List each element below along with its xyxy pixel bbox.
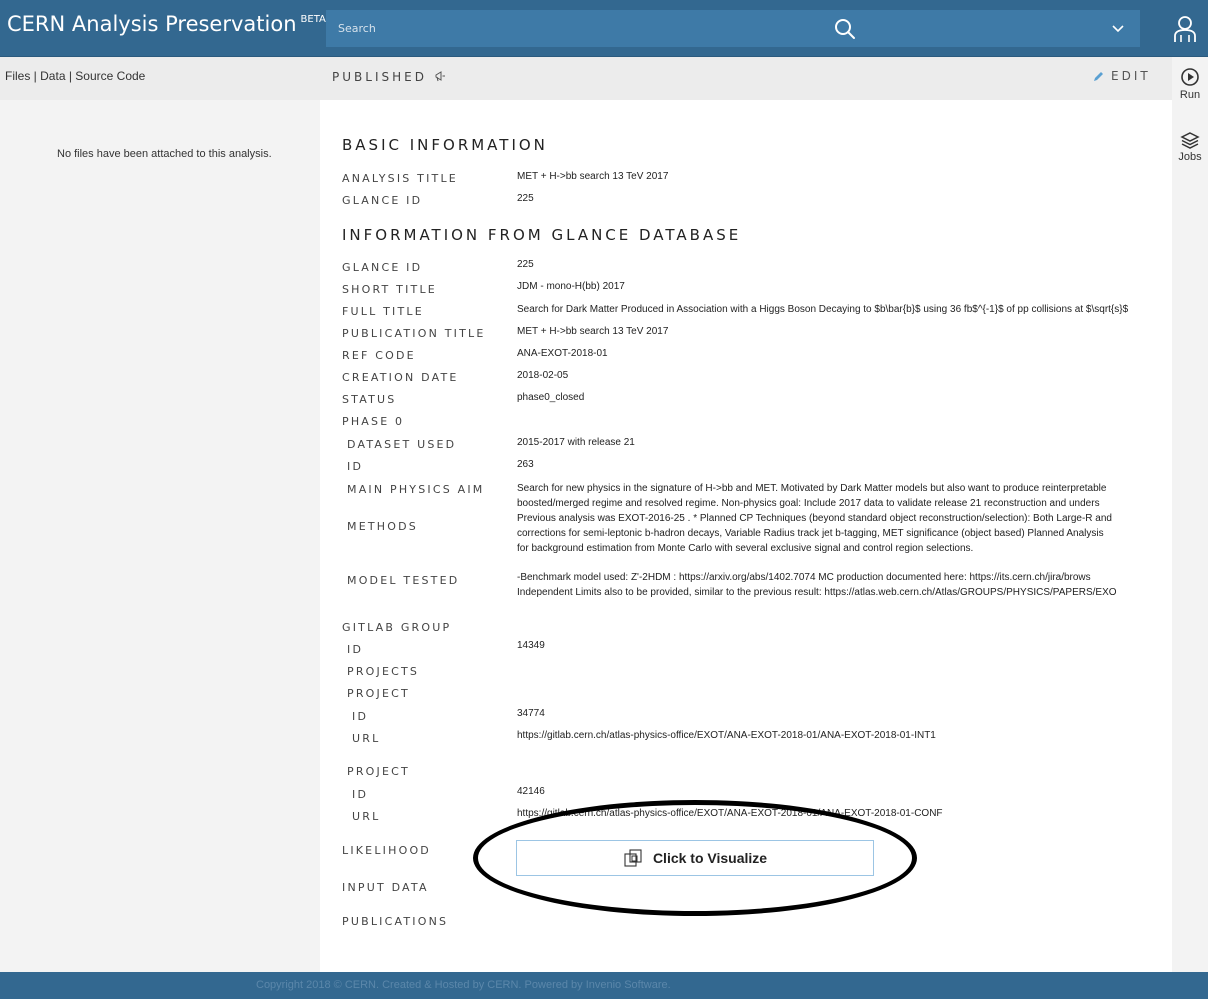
megaphone-icon [435, 71, 445, 82]
status-label: PUBLISHED [332, 70, 427, 84]
status-label: STATUS [342, 393, 397, 406]
pencil-icon [1094, 71, 1103, 81]
edit-button[interactable]: EDIT [1092, 69, 1151, 83]
no-files-message: No files have been attached to this anal… [57, 148, 272, 160]
glance-id-value: 225 [517, 193, 534, 204]
analysis-title-label: ANALYSIS TITLE [342, 172, 458, 185]
methods-label: METHODS [347, 520, 418, 533]
full-title-label: FULL TITLE [342, 305, 424, 318]
model-tested-value: -Benchmark model used: Z'-2HDM : https:/… [517, 570, 1117, 600]
publication-title-value: MET + H->bb search 13 TeV 2017 [517, 326, 669, 337]
sub-toolbar: Files | Data | Source Code PUBLISHED EDI… [0, 57, 1208, 100]
ref-code-value: ANA-EXOT-2018-01 [517, 348, 608, 359]
input-data-label: INPUT DATA [342, 881, 429, 894]
project-url-label: URL [352, 732, 381, 745]
full-title-value: Search for Dark Matter Produced in Assoc… [517, 304, 1129, 315]
footer: Copyright 2018 © CERN. Created & Hosted … [0, 972, 1208, 999]
play-circle-icon [1181, 68, 1199, 86]
main-physics-aim-label: MAIN PHYSICS AIM [347, 483, 485, 496]
analysis-content: BASIC INFORMATION ANALYSIS TITLE MET + H… [320, 100, 1172, 972]
tab-source-code[interactable]: Source Code [75, 69, 145, 83]
visualize-icon [624, 849, 642, 867]
model-tested-line: Independent Limits also to be provided, … [517, 587, 1117, 598]
edit-label: EDIT [1111, 69, 1151, 83]
jobs-label: Jobs [1178, 151, 1202, 163]
creation-date-label: CREATION DATE [342, 371, 459, 384]
user-icon[interactable] [1172, 14, 1198, 44]
footer-copyright: Copyright 2018 © CERN. Created & Hosted … [256, 979, 671, 991]
project-url-label: URL [352, 810, 381, 823]
creation-date-value: 2018-02-05 [517, 370, 569, 381]
right-rail: Run Jobs [1172, 57, 1208, 972]
methods-line: Search for new physics in the signature … [517, 483, 1107, 494]
chevron-down-icon[interactable] [1110, 22, 1126, 36]
likelihood-label: LIKELIHOOD [342, 844, 431, 857]
section-title-basic: BASIC INFORMATION [342, 136, 548, 154]
search-box [326, 10, 870, 47]
methods-line: boosted/merged regime and resolved regim… [517, 498, 1100, 509]
dataset-used-label: DATASET USED [347, 438, 457, 451]
jobs-button[interactable]: Jobs [1172, 131, 1208, 163]
run-button[interactable]: Run [1172, 67, 1208, 101]
run-label: Run [1179, 89, 1201, 101]
analysis-title-value: MET + H->bb search 13 TeV 2017 [517, 171, 669, 182]
files-panel: No files have been attached to this anal… [0, 100, 320, 972]
project-url-value[interactable]: https://gitlab.cern.ch/atlas-physics-off… [517, 808, 943, 819]
project-id-label: ID [352, 788, 369, 801]
tab-separator: | [65, 69, 76, 83]
project-id-label: ID [352, 710, 369, 723]
project-label: PROJECT [347, 687, 410, 700]
beta-badge: BETA [300, 14, 326, 25]
project-id-value: 34774 [517, 708, 545, 719]
status-published: PUBLISHED [332, 70, 446, 84]
app-title[interactable]: CERN Analysis Preservation BETA [7, 12, 326, 36]
phase0-id-value: 263 [517, 459, 534, 470]
methods-line: for background estimation from Monte Car… [517, 543, 974, 554]
projects-label: PROJECTS [347, 665, 420, 678]
dataset-used-value: 2015-2017 with release 21 [517, 437, 635, 448]
search-input[interactable] [338, 10, 818, 47]
ref-code-label: REF CODE [342, 349, 416, 362]
short-title-label: SHORT TITLE [342, 283, 437, 296]
project-id-value: 42146 [517, 786, 545, 797]
phase0-id-label: ID [347, 460, 364, 473]
publication-title-label: PUBLICATION TITLE [342, 327, 486, 340]
model-tested-line: -Benchmark model used: Z'-2HDM : https:/… [517, 572, 1091, 583]
status-value: phase0_closed [517, 392, 585, 403]
tab-files[interactable]: Files [5, 69, 30, 83]
model-tested-label: MODEL TESTED [347, 574, 460, 587]
visualize-button[interactable]: Click to Visualize [516, 840, 874, 876]
gitlab-id-label: ID [347, 643, 364, 656]
methods-line: corrections for semi-leptonic b-hadron d… [517, 528, 1104, 539]
files-tabs: Files | Data | Source Code [5, 69, 145, 83]
methods-line: Previous analysis was EXOT-2016-25 . * P… [517, 513, 1112, 524]
tab-separator: | [30, 69, 41, 83]
phase0-label: PHASE 0 [342, 415, 405, 428]
project-url-value[interactable]: https://gitlab.cern.ch/atlas-physics-off… [517, 730, 936, 741]
gitlab-group-label: GITLAB GROUP [342, 621, 452, 634]
short-title-value: JDM - mono-H(bb) 2017 [517, 281, 625, 292]
top-navbar: CERN Analysis Preservation BETA [0, 0, 1208, 57]
brand-name[interactable]: CERN Analysis Preservation [7, 12, 297, 36]
section-title-glance: INFORMATION FROM GLANCE DATABASE [342, 226, 742, 244]
glance-id-label: GLANCE ID [342, 194, 423, 207]
visualize-label: Click to Visualize [652, 850, 768, 866]
glance-id-label: GLANCE ID [342, 261, 423, 274]
project-label: PROJECT [347, 765, 410, 778]
gitlab-id-value: 14349 [517, 640, 545, 651]
methods-value: Search for new physics in the signature … [517, 481, 1112, 556]
layers-icon [1180, 132, 1200, 149]
tab-data[interactable]: Data [40, 69, 65, 83]
publications-label: PUBLICATIONS [342, 915, 449, 928]
glance-id-value: 225 [517, 259, 534, 270]
search-scope-dropdown[interactable] [870, 10, 1140, 47]
search-icon[interactable] [833, 17, 857, 41]
